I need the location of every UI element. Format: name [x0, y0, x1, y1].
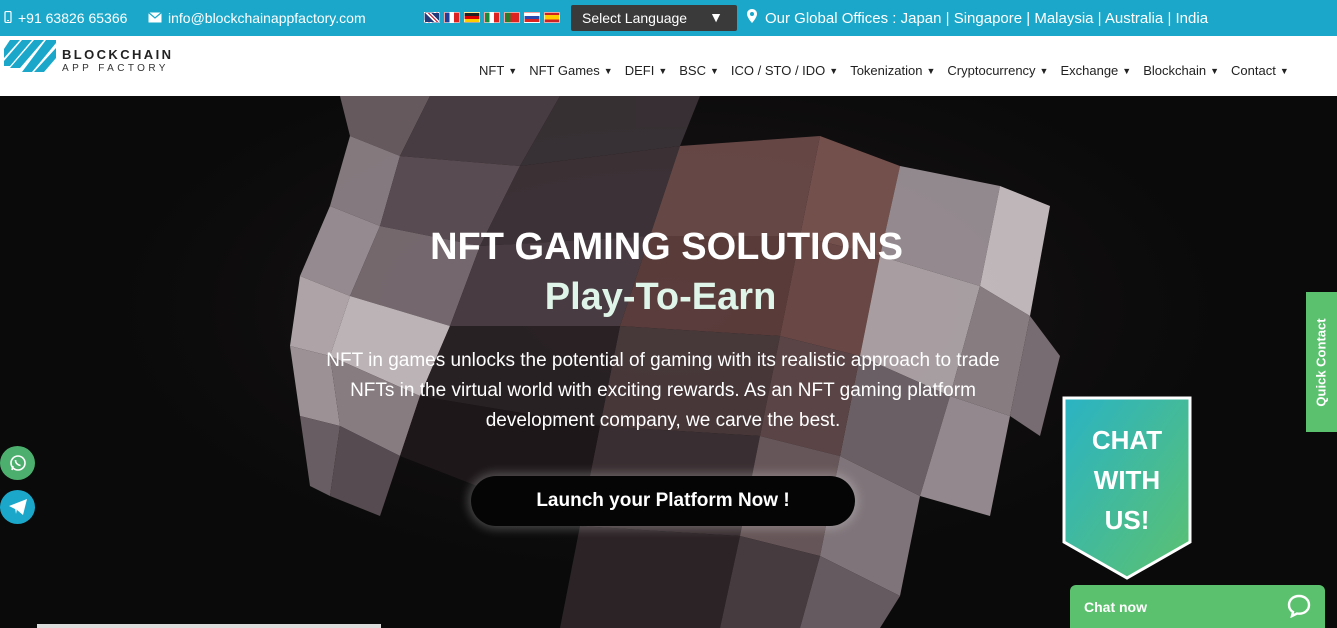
chat-now-label: Chat now	[1084, 598, 1147, 615]
flag-es-icon[interactable]	[544, 12, 560, 23]
caret-down-icon: ▼	[658, 65, 668, 76]
hero-description: NFT in games unlocks the potential of ga…	[326, 350, 1000, 431]
nav-item-nft[interactable]: NFT ▼	[479, 63, 517, 78]
caret-down-icon: ▼	[1279, 65, 1289, 76]
caret-down-icon: ▼	[1039, 65, 1049, 76]
whatsapp-icon	[9, 455, 26, 471]
telegram-button[interactable]	[0, 490, 35, 524]
global-offices: Our Global Offices : Japan | Singapore |…	[747, 9, 1208, 27]
nav-label: DEFI	[624, 63, 655, 78]
hero-subtitle: Play-To-Earn	[544, 276, 777, 318]
logo-title: BLOCKCHAIN	[62, 47, 174, 62]
phone-contact[interactable]: +91 63826 65366	[4, 10, 127, 26]
email-contact[interactable]: info@blockchainappfactory.com	[148, 10, 366, 26]
nav-label: Cryptocurrency	[947, 63, 1036, 78]
nav-label: BSC	[679, 63, 706, 78]
email-address: info@blockchainappfactory.com	[168, 10, 366, 26]
caret-down-icon: ▼	[508, 65, 518, 76]
chat-badge-text[interactable]: CHAT WITH US!	[1062, 420, 1192, 540]
nav-label: Blockchain	[1143, 63, 1207, 78]
nav-item-blockchain[interactable]: Blockchain ▼	[1143, 63, 1219, 78]
caret-down-icon: ▼	[926, 65, 936, 76]
flag-pt-icon[interactable]	[504, 12, 520, 23]
telegram-icon	[8, 499, 27, 515]
chat-bubble-icon	[1287, 594, 1311, 621]
flag-de-icon[interactable]	[464, 12, 480, 23]
flag-uk-icon[interactable]	[424, 12, 440, 23]
quick-contact-tab[interactable]: Quick Contact	[1306, 292, 1337, 432]
chat-now-bar[interactable]: Chat now	[1070, 585, 1325, 628]
language-select-label: Select Language	[582, 10, 688, 26]
logo-subtitle: APP FACTORY	[62, 63, 169, 74]
nav-item-defi[interactable]: DEFI ▼	[625, 63, 668, 78]
flag-fr-icon[interactable]	[444, 12, 460, 23]
caret-down-icon: ▼	[829, 65, 839, 76]
caret-down-icon: ▼	[709, 65, 719, 76]
whatsapp-button[interactable]	[0, 446, 35, 480]
envelope-icon	[148, 10, 162, 26]
nav-item-cryptocurrency[interactable]: Cryptocurrency ▼	[947, 63, 1048, 78]
launch-platform-button[interactable]: Launch your Platform Now !	[471, 476, 855, 526]
language-flags	[424, 12, 560, 23]
caret-down-icon: ▼	[1122, 65, 1132, 76]
page-load-progress	[37, 624, 381, 628]
nav-item-ico-sto-ido[interactable]: ICO / STO / IDO ▼	[731, 63, 838, 78]
dropdown-arrow-icon: ▼	[709, 9, 723, 25]
nav-item-exchange[interactable]: Exchange ▼	[1060, 63, 1131, 78]
nav-label: Tokenization	[850, 63, 923, 78]
nav-item-nft-games[interactable]: NFT Games ▼	[529, 63, 612, 78]
nav-label: ICO / STO / IDO	[730, 63, 826, 78]
chat-badge-line: US!	[1104, 505, 1150, 535]
chat-badge-line: WITH	[1093, 465, 1161, 495]
main-nav: NFT ▼ NFT Games ▼ DEFI ▼ BSC ▼ ICO / STO / I…	[479, 63, 1289, 78]
phone-icon	[4, 10, 12, 26]
nav-label: NFT Games	[529, 63, 600, 78]
language-select[interactable]: Select Language ▼	[571, 5, 737, 31]
nav-label: Contact	[1231, 63, 1276, 78]
nav-label: Exchange	[1060, 63, 1119, 78]
offices-text: Our Global Offices : Japan | Singapore |…	[765, 9, 1209, 27]
logo-mark-icon	[4, 40, 56, 72]
nav-item-bsc[interactable]: BSC ▼	[679, 63, 719, 78]
flag-it-icon[interactable]	[484, 12, 500, 23]
flag-ru-icon[interactable]	[524, 12, 540, 23]
phone-number: +91 63826 65366	[18, 10, 128, 26]
logo[interactable]: BLOCKCHAIN APP FACTORY	[4, 40, 194, 80]
map-pin-icon	[747, 9, 757, 27]
site-header: BLOCKCHAIN APP FACTORY NFT ▼ NFT Games ▼ D…	[0, 36, 1337, 96]
nav-label: NFT	[479, 63, 505, 78]
nav-item-contact[interactable]: Contact ▼	[1231, 63, 1289, 78]
nav-item-tokenization[interactable]: Tokenization ▼	[850, 63, 935, 78]
chat-badge-line: CHAT	[1091, 425, 1163, 455]
hero-title: NFT GAMING SOLUTIONS	[430, 226, 903, 268]
top-bar: +91 63826 65366 info@blockchainappfactor…	[0, 0, 1337, 36]
quick-contact-label: Quick Contact	[1314, 317, 1329, 407]
caret-down-icon: ▼	[1210, 65, 1220, 76]
caret-down-icon: ▼	[603, 65, 613, 76]
